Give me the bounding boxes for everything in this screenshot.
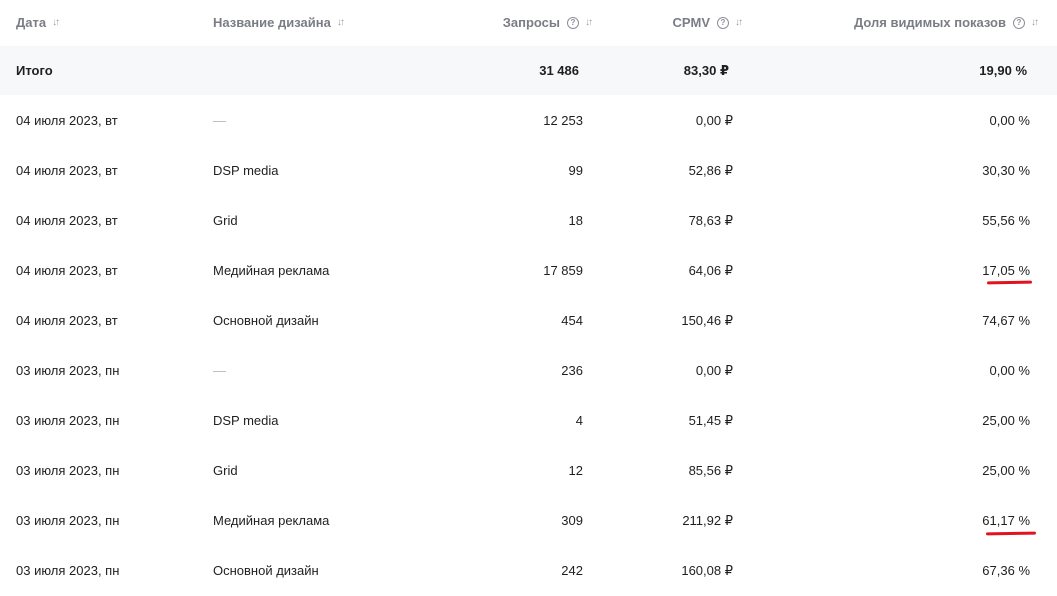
column-header-date[interactable]: Дата ↓↑: [16, 0, 60, 45]
table-row: 03 июля 2023, пн Grid 12 85,56 ₽ 25,00 %: [0, 446, 1057, 496]
sort-arrows-icon[interactable]: ↓↑: [585, 17, 593, 28]
table-row: 04 июля 2023, вт Основной дизайн 454 150…: [0, 296, 1057, 346]
column-header-requests[interactable]: Запросы ? ↓↑: [502, 0, 593, 45]
row-date: 04 июля 2023, вт: [16, 313, 118, 328]
row-requests: 309: [561, 513, 583, 528]
help-circle-icon[interactable]: ?: [717, 16, 729, 29]
table-row: 03 июля 2023, пн Основной дизайн 242 160…: [0, 546, 1057, 596]
help-circle-icon[interactable]: ?: [1013, 16, 1025, 29]
row-date: 03 июля 2023, пн: [16, 563, 120, 578]
row-requests: 242: [561, 563, 583, 578]
row-design-name: DSP media: [213, 163, 279, 178]
table-row: 04 июля 2023, вт Медийная реклама 17 859…: [0, 246, 1057, 296]
row-date: 03 июля 2023, пн: [16, 363, 120, 378]
sort-arrows-icon[interactable]: ↓↑: [1031, 17, 1039, 28]
row-design-name: Медийная реклама: [213, 513, 330, 528]
sort-arrows-icon[interactable]: ↓↑: [52, 17, 60, 28]
table-row: 04 июля 2023, вт DSP media 99 52,86 ₽ 30…: [0, 146, 1057, 196]
row-date: 03 июля 2023, пн: [16, 513, 120, 528]
row-design-name: Медийная реклама: [213, 263, 330, 278]
row-requests: 454: [561, 313, 583, 328]
row-date: 04 июля 2023, вт: [16, 213, 118, 228]
column-header-cpmv[interactable]: CPMV ? ↓↑: [672, 0, 743, 45]
row-date: 03 июля 2023, пн: [16, 463, 120, 478]
row-cpmv: 78,63 ₽: [688, 212, 733, 228]
row-cpmv: 150,46 ₽: [681, 312, 733, 328]
row-share: 25,00 %: [982, 413, 1030, 428]
row-design-name: —: [213, 113, 226, 128]
row-share: 0,00 %: [989, 363, 1030, 378]
row-cpmv: 0,00 ₽: [695, 362, 733, 378]
statistics-table: Дата ↓↑ Название дизайна ↓↑ Запросы ? ↓↑…: [0, 0, 1057, 596]
total-label: Итого: [16, 63, 53, 78]
row-requests: 4: [575, 413, 583, 428]
sort-arrows-icon[interactable]: ↓↑: [337, 17, 345, 28]
row-cpmv: 211,92 ₽: [682, 512, 733, 528]
row-date: 03 июля 2023, пн: [16, 413, 120, 428]
row-cpmv: 0,00 ₽: [695, 112, 733, 128]
table-row: 03 июля 2023, пн Медийная реклама 309 21…: [0, 496, 1057, 546]
total-share: 19,90 %: [979, 63, 1027, 78]
row-share: 67,36 %: [982, 563, 1030, 578]
sort-arrows-icon[interactable]: ↓↑: [735, 17, 743, 28]
row-requests: 18: [568, 213, 583, 228]
row-share: 55,56 %: [982, 213, 1030, 228]
row-share: 25,00 %: [982, 463, 1030, 478]
column-header-name[interactable]: Название дизайна ↓↑: [213, 0, 345, 45]
column-header-cpmv-label: CPMV: [672, 15, 710, 30]
row-requests: 236: [561, 363, 583, 378]
column-header-name-label: Название дизайна: [213, 15, 331, 30]
row-design-name: Grid: [213, 463, 238, 478]
total-requests: 31 486: [539, 63, 579, 78]
column-header-date-label: Дата: [16, 15, 47, 30]
row-design-name: Основной дизайн: [213, 563, 319, 578]
help-circle-icon[interactable]: ?: [567, 16, 579, 29]
row-date: 04 июля 2023, вт: [16, 163, 118, 178]
row-design-name: —: [213, 363, 226, 378]
row-share: 61,17 %: [982, 513, 1030, 528]
table-row: 03 июля 2023, пн — 236 0,00 ₽ 0,00 %: [0, 346, 1057, 396]
row-share: 30,30 %: [982, 163, 1030, 178]
row-requests: 17 859: [543, 263, 583, 278]
row-design-name: Grid: [213, 213, 238, 228]
row-cpmv: 51,45 ₽: [688, 412, 733, 428]
row-design-name: Основной дизайн: [213, 313, 319, 328]
row-date: 04 июля 2023, вт: [16, 113, 118, 128]
row-cpmv: 85,56 ₽: [688, 462, 733, 478]
table-row: 04 июля 2023, вт — 12 253 0,00 ₽ 0,00 %: [0, 96, 1057, 146]
row-design-name: DSP media: [213, 413, 279, 428]
row-requests: 12: [568, 463, 583, 478]
table-header: Дата ↓↑ Название дизайна ↓↑ Запросы ? ↓↑…: [0, 0, 1057, 46]
row-date: 04 июля 2023, вт: [16, 263, 118, 278]
row-share: 17,05 %: [982, 263, 1030, 278]
column-header-share-label: Доля видимых показов: [853, 15, 1006, 30]
row-cpmv: 52,86 ₽: [688, 162, 733, 178]
row-cpmv: 64,06 ₽: [688, 262, 733, 278]
total-cpmv: 83,30 ₽: [683, 62, 729, 78]
row-requests: 99: [568, 163, 583, 178]
table-row: 03 июля 2023, пн DSP media 4 51,45 ₽ 25,…: [0, 396, 1057, 446]
row-share: 74,67 %: [982, 313, 1030, 328]
row-cpmv: 160,08 ₽: [681, 562, 733, 578]
table-row: 04 июля 2023, вт Grid 18 78,63 ₽ 55,56 %: [0, 196, 1057, 246]
row-share: 0,00 %: [989, 113, 1030, 128]
row-requests: 12 253: [543, 113, 583, 128]
total-row: Итого 31 486 83,30 ₽ 19,90 %: [0, 46, 1057, 96]
column-header-share[interactable]: Доля видимых показов ? ↓↑: [853, 0, 1039, 45]
column-header-requests-label: Запросы: [502, 15, 560, 30]
